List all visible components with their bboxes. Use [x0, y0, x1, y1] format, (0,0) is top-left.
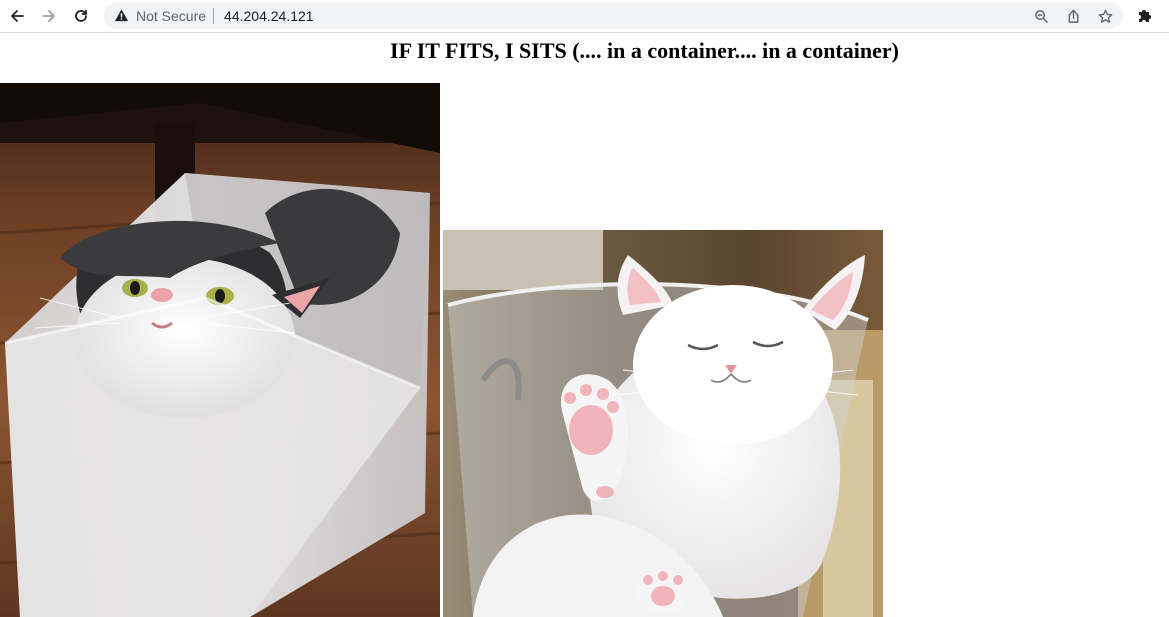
bookmark-button[interactable]	[1096, 7, 1114, 25]
back-arrow-icon	[11, 10, 24, 22]
warning-icon[interactable]	[114, 8, 129, 23]
zoom-icon	[1034, 9, 1048, 23]
forward-button[interactable]	[38, 5, 60, 27]
kitten-in-glass-bowl-photo	[443, 230, 883, 617]
share-icon	[1068, 9, 1078, 23]
address-divider	[213, 7, 215, 24]
extensions-puzzle-icon	[1139, 10, 1151, 22]
security-label[interactable]: Not Secure	[136, 8, 206, 24]
page-title: IF IT FITS, I SITS (.... in a container.…	[390, 38, 899, 63]
reload-icon	[75, 9, 87, 22]
address-bar-content: Not Secure 44.204.24.121	[114, 2, 314, 29]
extensions-button[interactable]	[1136, 6, 1154, 24]
zoom-button[interactable]	[1032, 7, 1050, 25]
share-button[interactable]	[1064, 7, 1082, 25]
forward-arrow-icon	[42, 10, 55, 22]
address-bar[interactable]: Not Secure 44.204.24.121	[104, 2, 1123, 29]
url-text[interactable]: 44.204.24.121	[224, 8, 314, 24]
browser-toolbar: Not Secure 44.204.24.121	[0, 0, 1169, 33]
kitten-in-box-photo	[0, 83, 440, 617]
star-icon	[1098, 9, 1112, 23]
back-button[interactable]	[6, 5, 28, 27]
reload-button[interactable]	[70, 5, 92, 27]
